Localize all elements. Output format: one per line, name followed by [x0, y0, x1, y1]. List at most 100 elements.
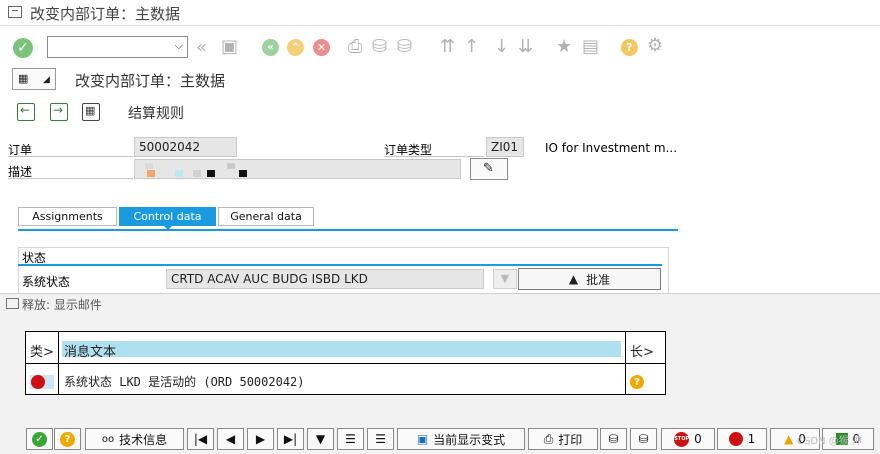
tab-general-data[interactable]: General data: [218, 207, 314, 226]
stop-messages-button[interactable]: STOP 0: [661, 428, 715, 450]
system-status-label: 系统状态: [22, 275, 71, 289]
window-title: 改变内部订单：主数据: [30, 5, 181, 23]
technical-info-button[interactable]: oo 技术信息: [85, 428, 184, 450]
window-menu-icon[interactable]: [8, 6, 22, 18]
title-bar: 改变内部订单：主数据: [0, 0, 880, 26]
column-divider: [58, 332, 59, 394]
page-title: 改变内部订单：主数据: [75, 72, 226, 90]
technical-info-label: 技术信息: [119, 432, 168, 447]
help-icon[interactable]: ?: [621, 39, 638, 56]
next-page-icon[interactable]: ↓: [494, 38, 509, 56]
column-header-text-highlight: [62, 341, 621, 357]
previous-page-icon[interactable]: ↑: [464, 38, 479, 56]
glasses-icon: oo: [101, 433, 115, 445]
command-field[interactable]: ⌵: [47, 36, 188, 58]
help-icon: ?: [60, 431, 75, 447]
print-icon[interactable]: ⎙: [348, 38, 362, 56]
approve-button[interactable]: ▲ 批准: [518, 268, 661, 290]
current-layout-label: 当前显示变式: [433, 432, 506, 447]
popup-window-icon[interactable]: [6, 298, 19, 309]
first-page-icon[interactable]: ⇈: [440, 38, 455, 56]
order-type-value-field[interactable]: ZI01: [486, 137, 524, 157]
print-label: 打印: [558, 432, 583, 447]
cancel-icon[interactable]: ✕: [313, 39, 330, 56]
find-button[interactable]: ⛁: [600, 428, 627, 450]
long-text-button[interactable]: ✎: [470, 158, 508, 180]
system-status-value: CRTD ACAV AUC BUDG ISBD LKD: [166, 269, 484, 289]
previous-button[interactable]: ◀: [217, 428, 244, 450]
find-next-button[interactable]: ⛁: [630, 428, 657, 450]
chevron-down-icon: ◢: [43, 75, 50, 85]
order-label-underline: [8, 156, 133, 157]
back-icon[interactable]: «: [262, 39, 279, 56]
back-double-icon[interactable]: «: [196, 39, 207, 57]
error-count: 1: [747, 432, 756, 446]
message-table: 类> 消息文本 长> 系统状态 LKD 是活动的 (ORD 50002042) …: [25, 331, 666, 395]
column-header-type[interactable]: 类>: [30, 341, 54, 360]
sort-descending-icon: ☰: [375, 432, 386, 446]
column-divider: [625, 332, 626, 394]
approve-label: 批准: [586, 272, 611, 287]
layout-menu-icon: ▦: [18, 72, 29, 85]
layout-menu-button[interactable]: ▦ ◢: [12, 68, 56, 90]
status-details-button[interactable]: ▼: [493, 269, 517, 289]
next-icon: ▶: [255, 432, 266, 446]
error-status-icon: [31, 375, 45, 389]
create-session-icon[interactable]: ★: [556, 38, 572, 56]
sort-descending-button[interactable]: ☰: [367, 428, 394, 450]
sort-ascending-icon: ☰: [345, 432, 356, 446]
first-icon: |◀: [193, 432, 208, 446]
exit-icon[interactable]: ^: [287, 39, 304, 56]
stop-count: 0: [694, 432, 702, 446]
chevron-down-icon[interactable]: ⌵: [175, 39, 183, 53]
confirm-button[interactable]: ✓: [26, 428, 53, 450]
help-button[interactable]: ?: [54, 428, 81, 450]
message-text[interactable]: 系统状态 LKD 是活动的 (ORD 50002042): [64, 373, 305, 390]
current-layout-button[interactable]: ▣ 当前显示变式: [397, 428, 525, 450]
order-type-underline: [384, 156, 484, 157]
edit-text-icon: ✎: [483, 161, 494, 176]
print-icon: ⎙: [543, 431, 554, 446]
filter-icon: ▼: [315, 432, 326, 446]
description-field[interactable]: [134, 159, 461, 179]
sort-ascending-button[interactable]: ☰: [337, 428, 364, 450]
print-button[interactable]: ⎙ 打印: [528, 428, 598, 450]
first-button[interactable]: |◀: [187, 428, 214, 450]
long-text-help-icon[interactable]: ?: [630, 375, 644, 389]
shortcut-icon[interactable]: ▤: [582, 38, 599, 56]
last-button[interactable]: ▶|: [277, 428, 304, 450]
tab-control-data[interactable]: Control data: [119, 207, 216, 226]
settings-gear-icon[interactable]: ⚙: [647, 37, 663, 55]
tab-strip-underline: [18, 229, 678, 231]
last-page-icon[interactable]: ⇊: [518, 38, 533, 56]
last-icon: ▶|: [283, 432, 298, 446]
triangle-up-icon: ▲: [568, 272, 579, 286]
watermark: CSDN @猴 帅: [797, 436, 862, 447]
next-screen-icon[interactable]: →: [50, 103, 68, 121]
popup-title: 释放: 显示邮件: [22, 298, 102, 312]
enter-check-icon[interactable]: ✓: [13, 38, 33, 58]
find-next-icon[interactable]: ⛁: [397, 38, 412, 56]
find-next-icon: ⛁: [638, 432, 649, 446]
description-label-underline: [8, 178, 133, 179]
order-type-description: IO for Investment m...: [545, 141, 678, 155]
settlement-rule-button[interactable]: 结算规则: [128, 103, 184, 123]
next-button[interactable]: ▶: [247, 428, 274, 450]
error-messages-button[interactable]: 1: [717, 428, 767, 450]
save-icon[interactable]: ▣: [221, 38, 238, 56]
tab-assignments[interactable]: Assignments: [18, 207, 117, 226]
previous-screen-icon[interactable]: ←: [17, 103, 35, 121]
previous-icon: ◀: [225, 432, 236, 446]
column-header-text[interactable]: 消息文本: [64, 341, 116, 360]
warning-icon: ▲: [784, 432, 794, 446]
check-icon: ✓: [32, 431, 47, 447]
order-value-field[interactable]: 50002042: [134, 137, 237, 157]
calculator-icon[interactable]: ▦: [82, 103, 100, 121]
find-icon[interactable]: ⛁: [372, 38, 387, 56]
filter-button[interactable]: ▼: [307, 428, 334, 450]
find-icon: ⛁: [608, 432, 619, 446]
column-header-length[interactable]: 长>: [630, 341, 654, 360]
error-icon: [728, 432, 743, 446]
status-group-rule: [18, 264, 662, 266]
stop-icon: STOP: [674, 431, 690, 447]
